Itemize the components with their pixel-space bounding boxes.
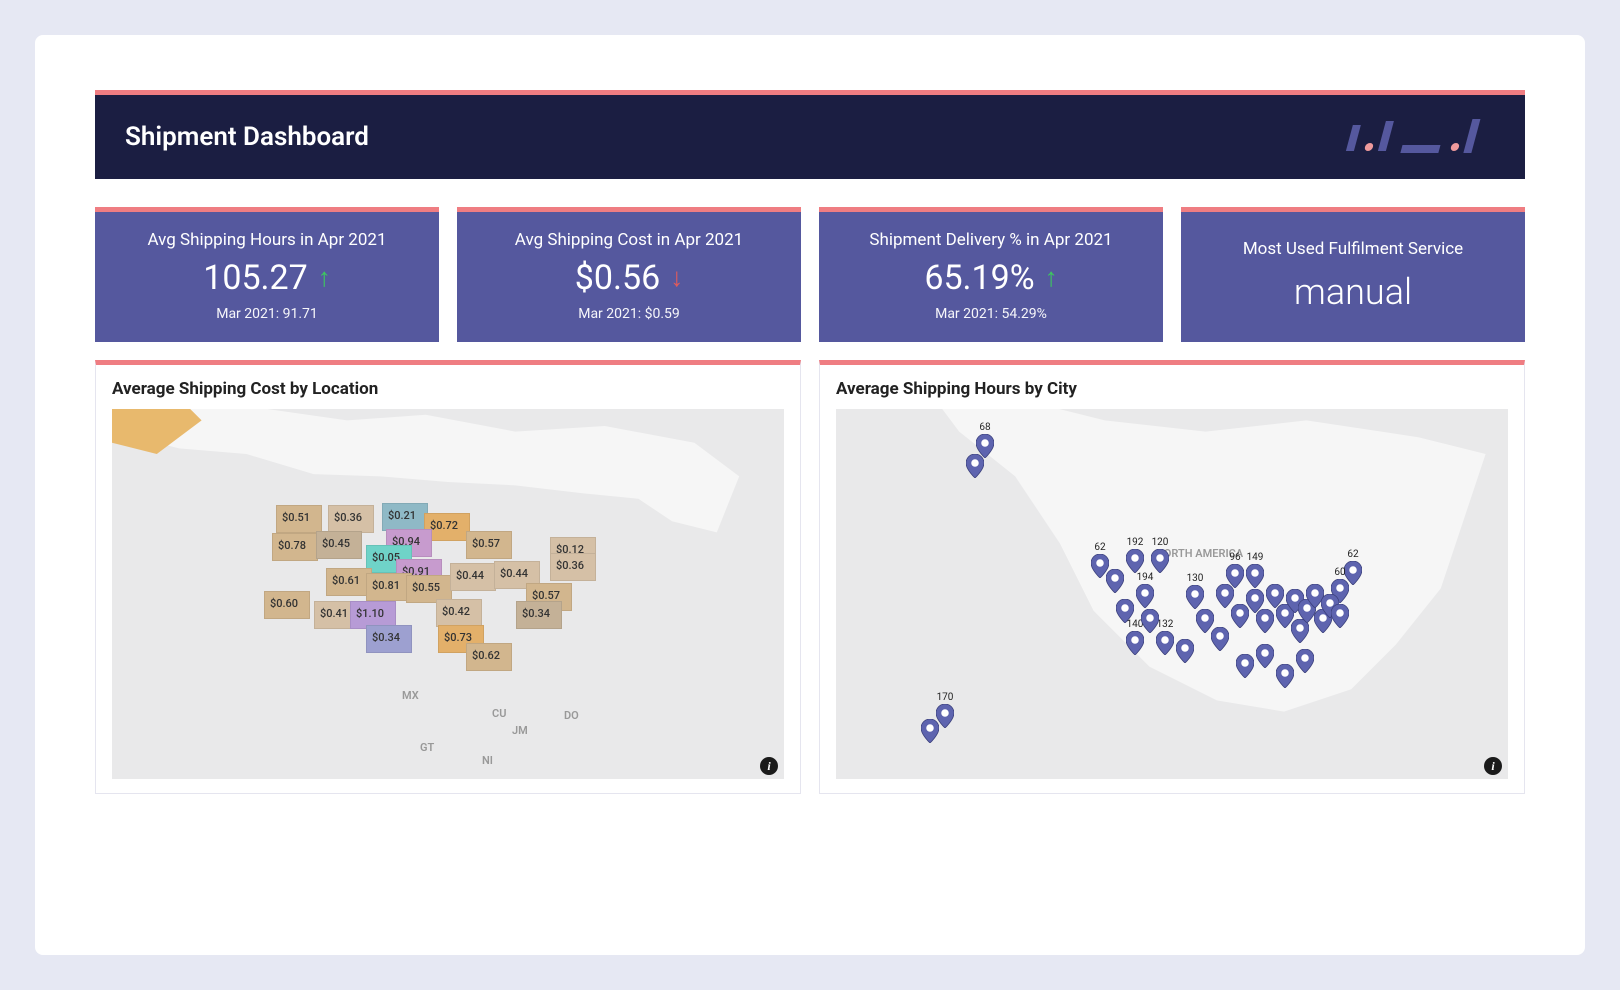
pin-value-label: 149 (1247, 552, 1264, 563)
region-label: NI (482, 754, 493, 767)
kpi-card-shipping-hours[interactable]: Avg Shipping Hours in Apr 2021 105.27 ↑ … (95, 207, 439, 342)
kpi-card-fulfilment-service[interactable]: Most Used Fulfilment Service manual (1181, 207, 1525, 342)
kpi-value: manual (1195, 271, 1511, 313)
brand-logo (1335, 117, 1495, 157)
state-value-label: $0.34 (372, 631, 400, 644)
kpi-card-delivery-pct[interactable]: Shipment Delivery % in Apr 2021 65.19% ↑… (819, 207, 1163, 342)
state-value-label: $0.51 (282, 511, 310, 524)
state-value-label: $0.36 (556, 559, 584, 572)
map-pin[interactable] (1116, 599, 1134, 623)
kpi-card-shipping-cost[interactable]: Avg Shipping Cost in Apr 2021 $0.56 ↓ Ma… (457, 207, 801, 342)
state-value-label: $0.61 (332, 574, 360, 587)
page-title: Shipment Dashboard (125, 122, 369, 152)
info-icon[interactable]: i (760, 757, 778, 775)
region-label: CU (492, 707, 506, 720)
dashboard-header: Shipment Dashboard (95, 90, 1525, 179)
state-value-label: $0.21 (388, 509, 416, 522)
pin-value-label: 68 (979, 422, 990, 433)
map-pin[interactable] (1211, 627, 1229, 651)
charts-row: Average Shipping Cost by Location $0.51 $… (95, 360, 1525, 794)
kpi-title: Shipment Delivery % in Apr 2021 (833, 230, 1149, 250)
arrow-up-icon: ↑ (318, 265, 331, 291)
arrow-up-icon: ↑ (1045, 265, 1058, 291)
kpi-subtext: Mar 2021: 54.29% (833, 306, 1149, 322)
region-label: MX (402, 689, 419, 702)
state-value-label: $0.36 (334, 511, 362, 524)
kpi-value: 105.27 (203, 258, 308, 298)
map-pin[interactable]: 130 (1186, 585, 1204, 609)
map-pin[interactable] (966, 454, 984, 478)
state-value-label: $1.10 (356, 607, 384, 620)
pin-map[interactable]: NORTH AMERICA 68621921201941401321309614… (836, 409, 1508, 779)
chart-card-cost-by-location: Average Shipping Cost by Location $0.51 $… (95, 360, 801, 794)
map-pin[interactable] (1256, 609, 1274, 633)
state-value-label: $0.62 (472, 649, 500, 662)
map-pin[interactable]: 132 (1156, 631, 1174, 655)
kpi-value: $0.56 (575, 258, 660, 298)
state-value-label: $0.60 (270, 597, 298, 610)
pin-value-label: 96 (1229, 552, 1240, 563)
choropleth-map[interactable]: $0.51$0.36$0.21$0.72$0.78$0.45$0.94$0.05… (112, 409, 784, 779)
pin-value-label: 192 (1127, 537, 1144, 548)
dashboard-container: Shipment Dashboard Avg Shipping Hours in… (35, 35, 1585, 955)
chart-card-hours-by-city: Average Shipping Hours by City NORTH AME… (819, 360, 1525, 794)
pin-value-label: 130 (1187, 573, 1204, 584)
map-pin[interactable] (1176, 639, 1194, 663)
map-pin[interactable] (1256, 644, 1274, 668)
kpi-subtext: Mar 2021: $0.59 (471, 306, 787, 322)
arrow-down-icon: ↓ (670, 265, 683, 291)
region-label: DO (564, 709, 579, 722)
map-pin[interactable] (1236, 654, 1254, 678)
kpi-value: 65.19% (924, 258, 1034, 298)
pin-value-label: 120 (1152, 537, 1169, 548)
pin-value-label: 170 (937, 692, 954, 703)
region-label: JM (512, 724, 528, 737)
kpi-subtext: Mar 2021: 91.71 (109, 306, 425, 322)
chart-title: Average Shipping Hours by City (836, 379, 1508, 399)
state-value-label: $0.78 (278, 539, 306, 552)
map-pin[interactable] (1276, 664, 1294, 688)
state-value-label: $0.57 (472, 537, 500, 550)
state-value-label: $0.44 (500, 567, 528, 580)
state-value-label: $0.55 (412, 581, 440, 594)
map-pin[interactable]: 192 (1126, 549, 1144, 573)
state-value-label: $0.45 (322, 537, 350, 550)
state-value-label: $0.34 (522, 607, 550, 620)
map-pin[interactable]: 194 (1136, 584, 1154, 608)
map-pin[interactable]: 140 (1126, 631, 1144, 655)
state-value-label: $0.72 (430, 519, 458, 532)
state-value-label: $0.42 (442, 605, 470, 618)
map-pin[interactable] (1296, 649, 1314, 673)
pin-value-label: 60 (1334, 567, 1345, 578)
kpi-title: Avg Shipping Cost in Apr 2021 (471, 230, 787, 250)
pin-value-label: 62 (1094, 542, 1105, 553)
map-pin[interactable] (921, 719, 939, 743)
pin-value-label: 132 (1157, 619, 1174, 630)
kpi-row: Avg Shipping Hours in Apr 2021 105.27 ↑ … (95, 207, 1525, 342)
pin-value-label: 62 (1347, 549, 1358, 560)
state-value-label: $0.44 (456, 569, 484, 582)
pin-value-label: 194 (1137, 572, 1154, 583)
map-pin[interactable]: 120 (1151, 549, 1169, 573)
map-pin[interactable] (1141, 609, 1159, 633)
map-pin[interactable]: 149 (1246, 564, 1264, 588)
state-value-label: $0.81 (372, 579, 400, 592)
state-value-label: $0.41 (320, 607, 348, 620)
info-icon[interactable]: i (1484, 757, 1502, 775)
kpi-title: Most Used Fulfilment Service (1195, 239, 1511, 259)
map-pin[interactable] (1331, 604, 1349, 628)
map-pin[interactable] (1106, 569, 1124, 593)
chart-title: Average Shipping Cost by Location (112, 379, 784, 399)
kpi-title: Avg Shipping Hours in Apr 2021 (109, 230, 425, 250)
region-label: GT (420, 741, 434, 754)
